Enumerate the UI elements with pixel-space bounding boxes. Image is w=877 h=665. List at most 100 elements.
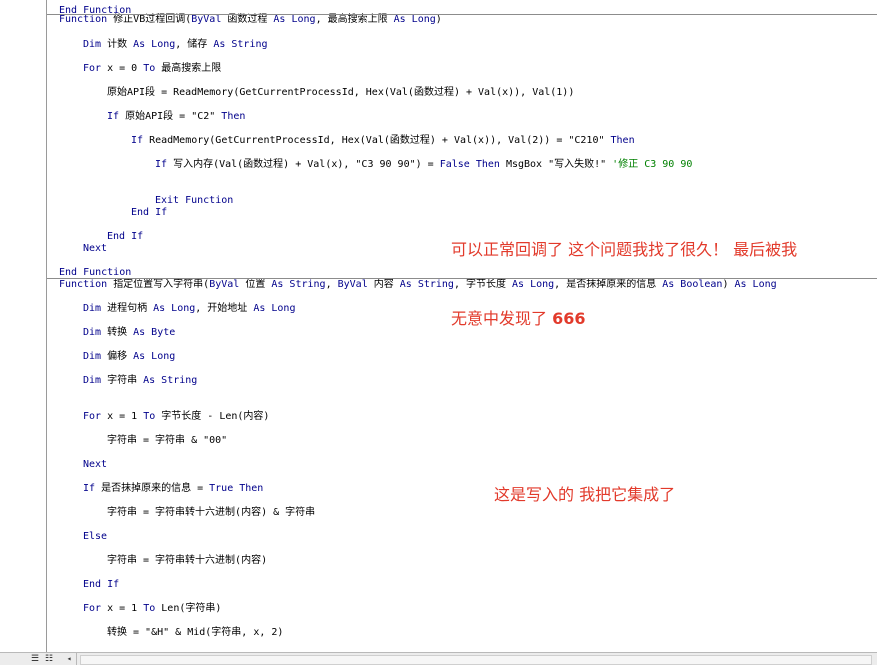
scroll-left-icon[interactable]: ◂ <box>62 653 77 665</box>
keyword-token: True Then <box>209 483 264 494</box>
keyword-token: Then <box>610 135 635 146</box>
code-line[interactable]: If 是否抹掉原来的信息 = True Then <box>83 483 263 495</box>
code-token: 位置 <box>239 279 272 290</box>
code-line[interactable]: 字符串 = 字符串 & "00" <box>107 435 227 447</box>
code-token: 函数过程 <box>221 14 274 25</box>
annotation-line: 可以正常回调了 这个问题我找了很久！ 最后被我 <box>451 240 798 259</box>
code-token: , 储存 <box>175 39 214 50</box>
code-line[interactable]: Dim 进程句柄 As Long, 开始地址 As Long <box>83 303 295 315</box>
keyword-token: To <box>143 63 156 74</box>
keyword-token: Exit Function <box>155 195 234 206</box>
keyword-token: Next <box>83 459 108 470</box>
code-token: 字节长度 - Len(内容) <box>155 411 270 422</box>
code-token: 计数 <box>101 39 134 50</box>
code-token: , 开始地址 <box>195 303 254 314</box>
keyword-token: If <box>107 111 120 122</box>
keyword-token: Else <box>83 531 108 542</box>
code-line[interactable]: Dim 偏移 As Long <box>83 351 175 363</box>
code-token: 写入内存(Val(函数过程) + Val(x), "C3 90 90") = <box>167 159 440 170</box>
margin-indicator-bar[interactable] <box>0 0 47 653</box>
annotation-text: 无意中发现了 <box>451 309 553 328</box>
code-token: ReadMemory(GetCurrentProcessId, Hex(Val(… <box>143 135 611 146</box>
code-line[interactable]: End If <box>131 207 167 219</box>
keyword-token: As Long <box>153 303 196 314</box>
keyword-token: To <box>143 603 156 614</box>
code-line[interactable]: For x = 0 To 最高搜索上限 <box>83 63 221 75</box>
code-token: x = 1 <box>101 411 144 422</box>
keyword-token: If <box>83 483 96 494</box>
code-line[interactable]: Next <box>83 243 107 255</box>
code-token: 指定位置写入字符串( <box>113 279 210 290</box>
comment-token: '修正 C3 90 90 <box>612 159 693 170</box>
annotation-666: 666 <box>552 309 586 328</box>
code-token: Len(字符串) <box>155 603 222 614</box>
horizontal-scrollbar[interactable] <box>80 655 872 665</box>
code-token: , <box>325 279 338 290</box>
code-line[interactable]: End If <box>83 579 119 591</box>
code-line[interactable]: 字符串 = 字符串转十六进制(内容) <box>107 555 267 567</box>
code-line[interactable]: 字符串 = 字符串转十六进制(内容) & 字符串 <box>107 507 315 519</box>
keyword-token: If <box>155 159 168 170</box>
code-token: 内容 <box>367 279 400 290</box>
keyword-token: As Long <box>393 14 436 25</box>
code-line[interactable]: End Function <box>59 5 131 17</box>
code-line[interactable]: End If <box>107 231 143 243</box>
keyword-token: Dim <box>83 39 102 50</box>
keyword-token: As String <box>143 375 198 386</box>
code-token: 偏移 <box>101 351 134 362</box>
code-token: 进程句柄 <box>101 303 154 314</box>
code-line[interactable]: For x = 1 To 字节长度 - Len(内容) <box>83 411 269 423</box>
keyword-token: End If <box>83 579 120 590</box>
code-token: 字符串 = 字符串转十六进制(内容) <box>107 555 268 566</box>
code-token: , 最高搜索上限 <box>315 14 394 25</box>
keyword-token: End Function <box>59 267 132 278</box>
code-window-statusbar: ☰ ☷ ◂ <box>0 652 877 665</box>
code-line[interactable]: Dim 计数 As Long, 储存 As String <box>83 39 268 51</box>
keyword-token: For <box>83 411 102 422</box>
code-token: ) <box>435 14 442 25</box>
code-line[interactable]: 转换 = "&H" & Mid(字符串, x, 2) <box>107 627 283 639</box>
keyword-token: If <box>131 135 144 146</box>
code-line[interactable]: Dim 字符串 As String <box>83 375 197 387</box>
keyword-token: As Long <box>133 39 176 50</box>
code-token: 是否抹掉原来的信息 = <box>95 483 210 494</box>
code-token: 字符串 = 字符串 & "00" <box>107 435 228 446</box>
full-module-view-icon[interactable]: ☷ <box>44 654 54 664</box>
code-token: MsgBox "写入失败!" <box>499 159 613 170</box>
keyword-token: For <box>83 603 102 614</box>
keyword-token: For <box>83 63 102 74</box>
code-line[interactable]: For x = 1 To Len(字符串) <box>83 603 221 615</box>
keyword-token: Dim <box>83 327 102 338</box>
procedure-separator <box>47 14 877 15</box>
code-line[interactable]: If 写入内存(Val(函数过程) + Val(x), "C3 90 90") … <box>155 159 692 171</box>
code-line[interactable]: If ReadMemory(GetCurrentProcessId, Hex(V… <box>131 135 635 147</box>
code-line[interactable]: Else <box>83 531 107 543</box>
keyword-token: End If <box>107 231 144 242</box>
code-line[interactable]: Dim 转换 As Byte <box>83 327 175 339</box>
keyword-token: As String <box>213 39 268 50</box>
code-token: 字符串 = 字符串转十六进制(内容) & 字符串 <box>107 507 316 518</box>
keyword-token: As Long <box>273 14 316 25</box>
code-line[interactable]: 原始API段 = ReadMemory(GetCurrentProcessId,… <box>107 87 574 99</box>
code-token: 原始API段 = ReadMemory(GetCurrentProcessId,… <box>107 87 575 98</box>
code-line[interactable]: If 原始API段 = "C2" Then <box>107 111 245 123</box>
procedure-view-icon[interactable]: ☰ <box>30 654 40 664</box>
code-token: 最高搜索上限 <box>155 63 222 74</box>
code-editor[interactable]: 转换 = "&H" & Mid(字符串, x, 2) For x = 1 To L… <box>47 0 877 653</box>
keyword-token: Function <box>59 279 114 290</box>
keyword-token: Dim <box>83 375 102 386</box>
keyword-token: As Byte <box>133 327 176 338</box>
annotation-note-callback: 可以正常回调了 这个问题我找了很久！ 最后被我 无意中发现了 666 <box>451 192 797 376</box>
keyword-token: ByVal <box>191 14 222 25</box>
keyword-token: Next <box>83 243 108 254</box>
code-line[interactable]: Next <box>83 459 107 471</box>
keyword-token: Then <box>221 111 246 122</box>
keyword-token: False Then <box>439 159 500 170</box>
keyword-token: As String <box>271 279 326 290</box>
code-token: 转换 = "&H" & Mid(字符串, x, 2) <box>107 627 284 638</box>
keyword-token: ByVal <box>209 279 240 290</box>
annotation-line: 无意中发现了 666 <box>451 307 797 330</box>
keyword-token: ByVal <box>337 279 368 290</box>
code-line[interactable]: Exit Function <box>155 195 233 207</box>
code-token: x = 1 <box>101 603 144 614</box>
